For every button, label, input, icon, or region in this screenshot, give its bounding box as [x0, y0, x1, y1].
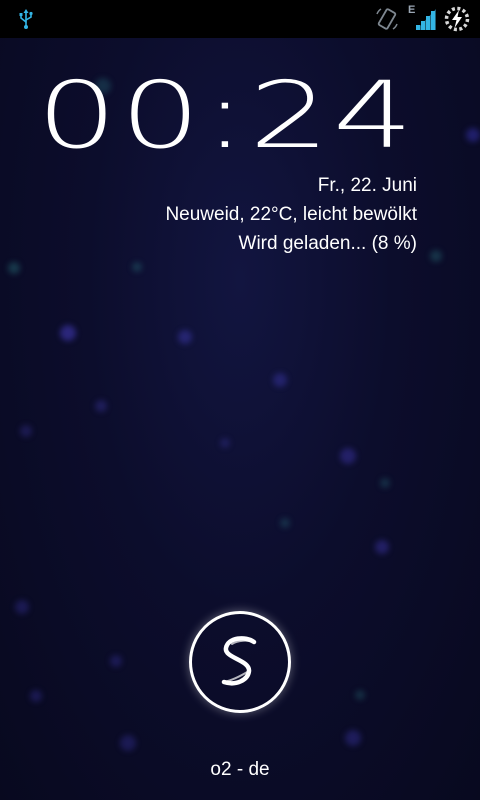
lockscreen-weather: Neuweid, 22°C, leicht bewölkt	[165, 204, 417, 225]
background-star	[280, 518, 290, 528]
charging-status: Wird geladen... (8 %)	[238, 233, 417, 254]
carrier-label: o2 - de	[210, 759, 270, 780]
background-star	[178, 330, 192, 344]
background-star	[8, 262, 20, 274]
usb-icon	[19, 9, 33, 29]
background-star	[345, 730, 361, 746]
lockscreen: E 00:24 Fr., 22. Juni Neuweid, 22°C, lei…	[0, 0, 480, 800]
background-star	[20, 425, 32, 437]
background-star	[95, 400, 107, 412]
background-star	[110, 655, 122, 667]
status-bar: E	[0, 0, 480, 38]
lockscreen-date: Fr., 22. Juni	[317, 175, 417, 196]
background-star	[340, 448, 356, 464]
background-star	[430, 250, 442, 262]
lockscreen-clock: 00:24	[36, 62, 416, 169]
background-star	[220, 438, 230, 448]
unlock-ring-icon	[221, 636, 257, 686]
background-star	[355, 690, 365, 700]
background-star	[380, 478, 390, 488]
background-star	[120, 735, 136, 751]
battery-charging-icon	[444, 6, 470, 32]
background-star	[375, 540, 389, 554]
background-star	[273, 373, 287, 387]
screen-rotation-icon	[376, 8, 398, 30]
background-star	[132, 262, 142, 272]
signal-icon	[416, 9, 436, 30]
background-star	[466, 128, 480, 142]
unlock-ring[interactable]	[189, 611, 291, 713]
background-star	[15, 600, 29, 614]
background-star	[30, 690, 42, 702]
background-star	[60, 325, 76, 341]
